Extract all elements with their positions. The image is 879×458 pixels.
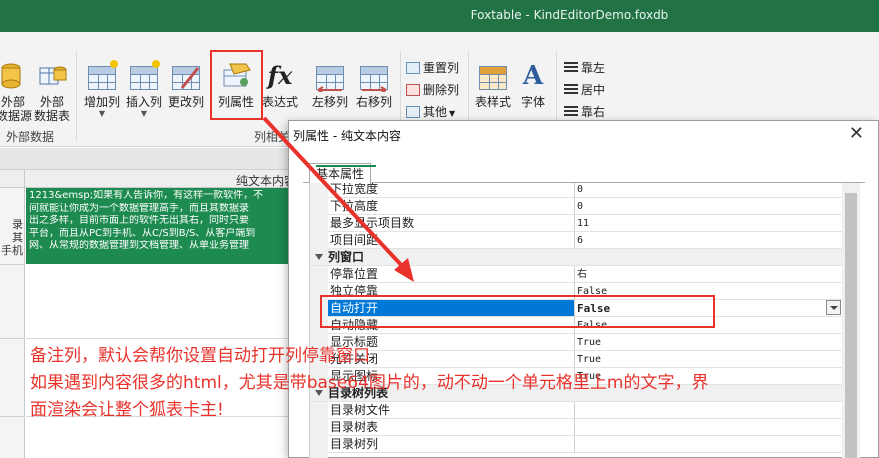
annotation-text-3: 面渲染会让整个狐表卡主! [30, 400, 224, 420]
annotation-text-2: 如果遇到内容很多的html，尤其是带base64图片的，动不动一个单元格里上m的… [30, 373, 709, 393]
annotation-text-1: 备注列，默认会帮你设置自动打开列停靠窗口 [30, 346, 370, 366]
